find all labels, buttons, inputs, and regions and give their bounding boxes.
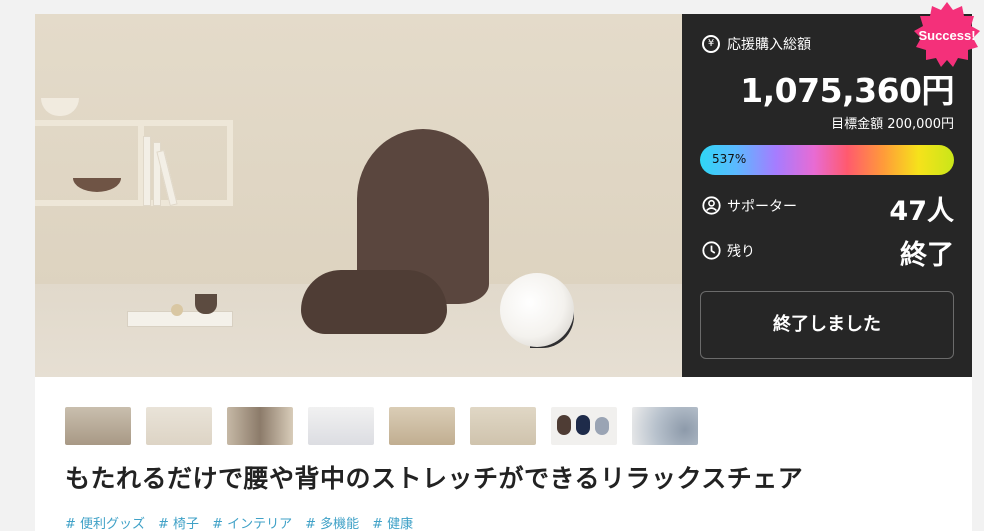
tag[interactable]: # インテリア <box>212 513 292 531</box>
tag[interactable]: # 多機能 <box>305 513 359 531</box>
photo-ball <box>171 304 183 316</box>
thumbnail-7-chair-brown <box>557 415 571 435</box>
thumbnail-3[interactable] <box>227 407 293 445</box>
thumbnail-8[interactable] <box>632 407 698 445</box>
photo-chair-seat <box>301 270 447 334</box>
supporter-icon <box>702 196 721 215</box>
total-label: 応援購入総額 <box>727 37 811 53</box>
progress-bar: 537% <box>700 145 954 175</box>
tag-list: # 便利グッズ # 椅子 # インテリア # 多機能 # 健康 <box>65 513 413 531</box>
remaining-value: 終了 <box>900 240 954 271</box>
success-badge-text: Success! <box>918 28 975 43</box>
thumbnail-7-chair-grey <box>595 417 609 435</box>
thumbnail-7[interactable] <box>551 407 617 445</box>
remaining-label: 残り <box>727 244 755 260</box>
supporters-count: 47人 <box>889 196 954 227</box>
photo-shelf <box>35 120 233 206</box>
thumbnail-5[interactable] <box>389 407 455 445</box>
tag[interactable]: # 健康 <box>372 513 413 531</box>
photo-book <box>143 136 151 206</box>
thumbnail-4[interactable] <box>308 407 374 445</box>
project-title: もたれるだけで腰や背中のストレッチができるリラックスチェア <box>65 464 804 493</box>
thumbnail-6[interactable] <box>470 407 536 445</box>
main-product-image[interactable] <box>35 14 682 377</box>
photo-cup <box>195 294 217 314</box>
progress-percent: 537% <box>712 152 747 166</box>
goal-amount: 目標金額 200,000円 <box>831 117 954 132</box>
success-badge: Success! <box>914 2 980 67</box>
photo-lamp <box>500 273 574 347</box>
page: ¥ 応援購入総額 1,075,360円 目標金額 200,000円 537% サ… <box>0 0 984 531</box>
thumbnail-2[interactable] <box>146 407 212 445</box>
supporters-label: サポーター <box>727 199 797 215</box>
tag[interactable]: # 椅子 <box>158 513 199 531</box>
thumbnail-1[interactable] <box>65 407 131 445</box>
thumbnail-7-chair-navy <box>576 415 590 435</box>
ended-button[interactable]: 終了しました <box>700 291 954 359</box>
yen-icon: ¥ <box>702 35 720 53</box>
tag[interactable]: # 便利グッズ <box>65 513 145 531</box>
clock-icon <box>702 241 721 260</box>
total-amount: 1,075,360円 <box>740 71 954 110</box>
